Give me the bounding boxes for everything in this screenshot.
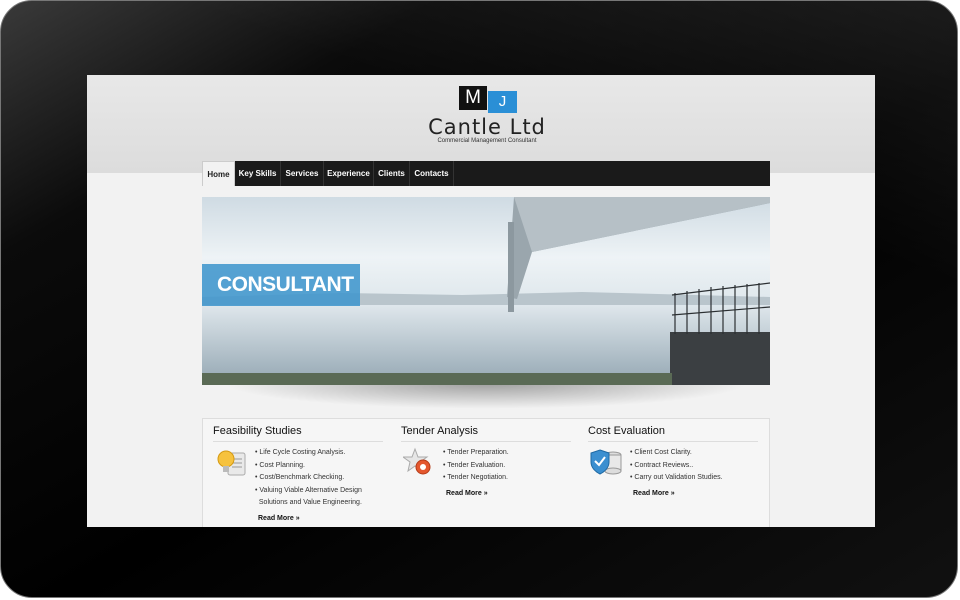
logo-mark[interactable]: M J: [459, 86, 517, 113]
list-item: • Tender Evaluation.: [443, 461, 506, 469]
list-item: • Tender Negotiation.: [443, 474, 508, 481]
list-item: • Cost/Benchmark Checking.: [255, 474, 345, 481]
list-item: • Cost Planning.: [255, 461, 305, 469]
logo-m-letter: M: [459, 86, 487, 110]
star-gear-icon: [403, 447, 431, 475]
service-tender: Tender Analysis • Tender Preparation. • …: [391, 419, 571, 527]
hero-badge: CONSULTANT: [202, 264, 360, 306]
list-item: • Life Cycle Costing Analysis.: [255, 449, 346, 456]
service-list: • Life Cycle Costing Analysis. • Cost Pl…: [255, 447, 385, 510]
nav-item-services[interactable]: Services: [281, 161, 324, 186]
service-list: • Tender Preparation. • Tender Evaluatio…: [443, 447, 573, 485]
service-feasibility: Feasibility Studies • Life Cycle Costing…: [203, 419, 383, 527]
lightbulb-document-icon: [217, 450, 246, 476]
list-item: • Contract Reviews..: [630, 461, 694, 469]
nav-item-contacts[interactable]: Contacts: [410, 161, 454, 186]
divider: [588, 441, 758, 442]
nav-item-home[interactable]: Home: [202, 161, 235, 186]
browser-viewport: M J Cantle Ltd Commercial Management Con…: [87, 75, 875, 527]
divider: [401, 441, 571, 442]
service-list: • Client Cost Clarity. • Contract Review…: [630, 447, 760, 485]
list-item: • Tender Preparation.: [443, 449, 509, 456]
list-item: • Carry out Validation Studies.: [630, 474, 723, 481]
nav-item-clients[interactable]: Clients: [374, 161, 410, 186]
read-more-link[interactable]: Read More »: [633, 490, 675, 497]
service-title[interactable]: Cost Evaluation: [588, 425, 665, 437]
shield-database-icon: [590, 449, 622, 475]
site-tagline: Commercial Management Consultant: [437, 138, 537, 144]
service-cost: Cost Evaluation • Client Cost Clarity. •…: [578, 419, 758, 527]
read-more-link[interactable]: Read More »: [446, 490, 488, 497]
divider: [213, 441, 383, 442]
read-more-link[interactable]: Read More »: [258, 515, 300, 522]
hero-shadow: [222, 383, 750, 409]
list-item: • Valuing Viable Alternative Design: [255, 486, 362, 494]
tablet-frame: M J Cantle Ltd Commercial Management Con…: [0, 0, 958, 598]
site-header: M J Cantle Ltd Commercial Management Con…: [87, 75, 875, 173]
services-panel: Feasibility Studies • Life Cycle Costing…: [202, 418, 770, 527]
nav-item-key-skills[interactable]: Key Skills: [235, 161, 281, 186]
main-nav: Home Key Skills Services Experience Clie…: [202, 161, 770, 186]
list-item: • Client Cost Clarity.: [630, 449, 692, 456]
nav-item-experience[interactable]: Experience: [324, 161, 374, 186]
list-item: Solutions and Value Engineering.: [255, 499, 362, 506]
service-title[interactable]: Tender Analysis: [401, 425, 478, 437]
site-title[interactable]: Cantle Ltd: [387, 115, 587, 139]
logo-j-letter: J: [488, 91, 517, 113]
service-title[interactable]: Feasibility Studies: [213, 425, 302, 437]
hero-banner: CONSULTANT: [202, 197, 770, 385]
